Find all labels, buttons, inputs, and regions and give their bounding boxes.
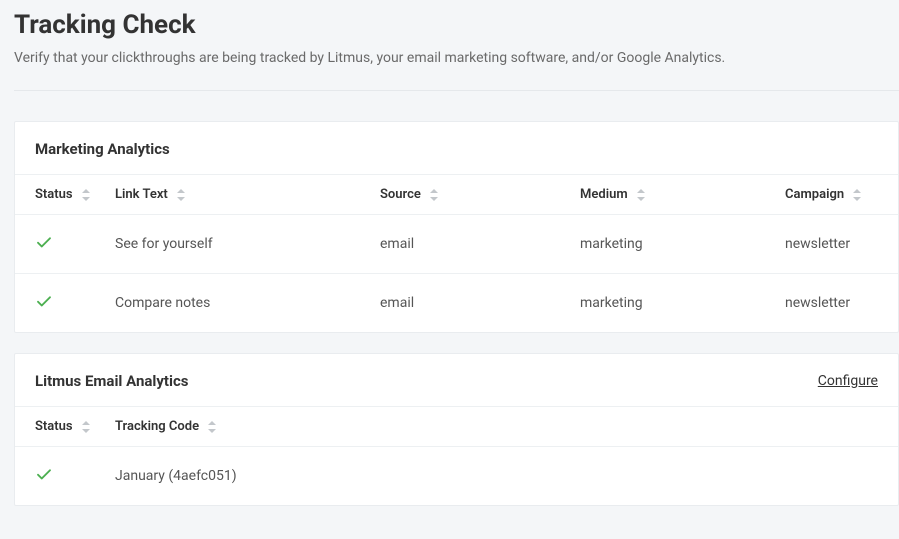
table-row: See for yourself email marketing newslet… [15, 215, 898, 274]
table-row: January (4aefc051) [15, 447, 898, 506]
column-header-tracking-code[interactable]: Tracking Code [115, 407, 898, 447]
cell-status [15, 215, 115, 274]
cell-tracking-code: January (4aefc051) [115, 447, 898, 506]
column-header-source[interactable]: Source [380, 175, 580, 215]
litmus-analytics-panel: Litmus Email Analytics Configure Status … [14, 353, 899, 506]
cell-status [15, 447, 115, 506]
cell-medium: marketing [580, 215, 785, 274]
column-header-label: Status [35, 419, 73, 434]
check-icon [35, 292, 53, 310]
page-subtitle: Verify that your clickthroughs are being… [14, 50, 899, 66]
litmus-table: Status Tracking Code January (4aefc051) [15, 406, 898, 505]
sort-icon [82, 421, 90, 433]
table-row: Compare notes email marketing newsletter [15, 274, 898, 333]
sort-icon [430, 189, 438, 201]
column-header-label: Link Text [115, 187, 168, 202]
column-header-label: Source [380, 187, 421, 202]
sort-icon [637, 189, 645, 201]
cell-campaign: newsletter [785, 215, 898, 274]
panel-header: Marketing Analytics [15, 122, 898, 174]
cell-campaign: newsletter [785, 274, 898, 333]
configure-link[interactable]: Configure [818, 373, 878, 389]
check-icon [35, 233, 53, 251]
panel-title-marketing: Marketing Analytics [35, 140, 170, 158]
cell-status [15, 274, 115, 333]
column-header-campaign[interactable]: Campaign [785, 175, 898, 215]
column-header-medium[interactable]: Medium [580, 175, 785, 215]
panel-header: Litmus Email Analytics Configure [15, 354, 898, 406]
panel-title-litmus: Litmus Email Analytics [35, 372, 188, 390]
column-header-status[interactable]: Status [15, 175, 115, 215]
table-header-row: Status Tracking Code [15, 407, 898, 447]
marketing-table: Status Link Text Source Medium [15, 174, 898, 332]
table-header-row: Status Link Text Source Medium [15, 175, 898, 215]
page-title: Tracking Check [14, 10, 899, 40]
check-icon [35, 465, 53, 483]
sort-icon [82, 189, 90, 201]
sort-icon [853, 189, 861, 201]
column-header-label: Medium [580, 187, 628, 202]
column-header-label: Tracking Code [115, 419, 199, 434]
cell-link-text: Compare notes [115, 274, 380, 333]
divider [14, 90, 899, 91]
sort-icon [208, 421, 216, 433]
cell-link-text: See for yourself [115, 215, 380, 274]
cell-medium: marketing [580, 274, 785, 333]
column-header-status[interactable]: Status [15, 407, 115, 447]
marketing-analytics-panel: Marketing Analytics Status Link Text Sou… [14, 121, 899, 333]
sort-icon [177, 189, 185, 201]
column-header-label: Campaign [785, 187, 844, 202]
column-header-link-text[interactable]: Link Text [115, 175, 380, 215]
cell-source: email [380, 215, 580, 274]
column-header-label: Status [35, 187, 73, 202]
cell-source: email [380, 274, 580, 333]
